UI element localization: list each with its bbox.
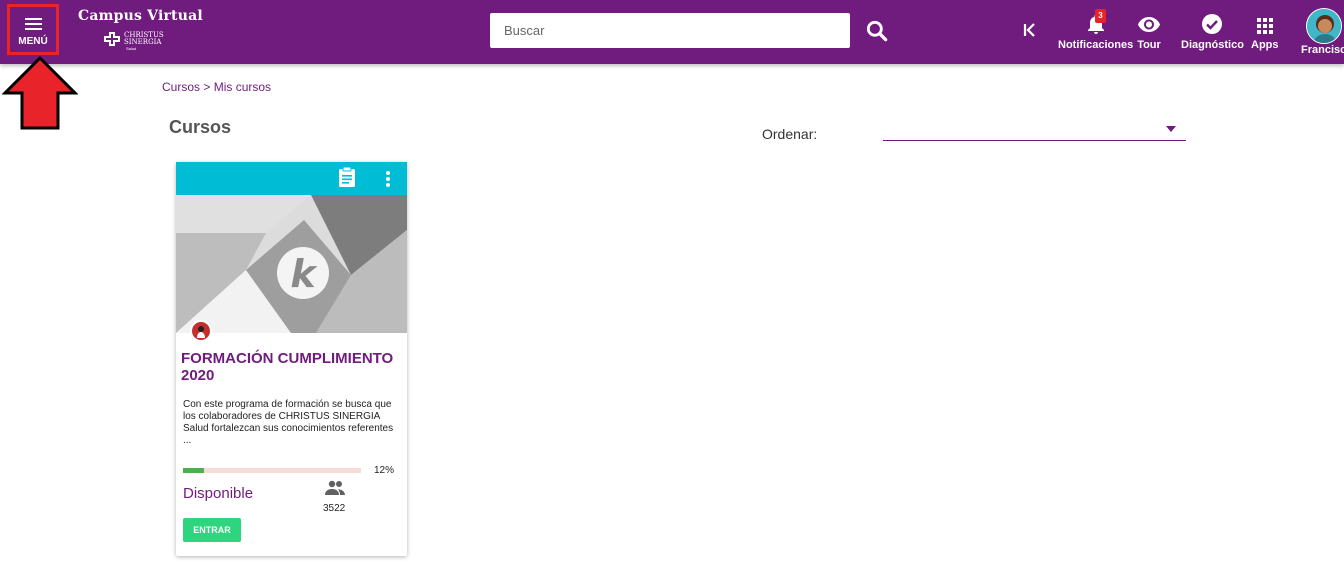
notification-count-badge: 3 — [1095, 9, 1106, 23]
tour-label: Tour — [1137, 39, 1161, 51]
more-vert-icon[interactable] — [381, 168, 395, 190]
svg-text:k: k — [290, 252, 318, 296]
eye-icon — [1138, 17, 1160, 32]
notifications-label: Notificaciones — [1058, 39, 1134, 51]
menu-label: MENÚ — [18, 36, 48, 47]
page-title: Cursos — [169, 117, 232, 137]
apps-grid-icon — [1256, 18, 1273, 34]
tour-button[interactable]: Tour — [1137, 12, 1161, 51]
clipboard-icon[interactable] — [337, 166, 357, 188]
notifications-button[interactable]: 3 Notificaciones — [1058, 9, 1134, 51]
breadcrumb-separator: > — [203, 80, 211, 94]
breadcrumb-mis-cursos[interactable]: Mis cursos — [214, 80, 271, 94]
christus-logo: CHRISTUS SINERGIA Salud — [104, 30, 174, 52]
instructor-avatar — [190, 320, 212, 342]
diagnostic-button[interactable]: Diagnóstico — [1181, 12, 1244, 51]
apps-label: Apps — [1251, 39, 1279, 51]
breadcrumb-cursos[interactable]: Cursos — [162, 80, 200, 94]
up-arrow-annotation-icon — [2, 55, 78, 130]
app-title: Campus Virtual — [78, 8, 203, 24]
card-header — [176, 162, 407, 195]
top-bar: MENÚ Campus Virtual CHRISTUS SINERGIA Sa… — [0, 0, 1344, 64]
hamburger-icon — [25, 18, 42, 33]
course-cover-image: k — [176, 195, 407, 333]
breadcrumb: Cursos > Mis cursos — [162, 80, 271, 94]
sort-select[interactable] — [883, 118, 1186, 141]
cross-icon — [104, 32, 120, 46]
course-status: Disponible — [183, 485, 254, 502]
course-card[interactable]: k FORMACIÓN CUMPLIMIENTO 2020 Con este p… — [176, 162, 407, 556]
people-icon — [325, 480, 345, 495]
user-avatar[interactable] — [1306, 8, 1342, 44]
brand[interactable]: Campus Virtual CHRISTUS SINERGIA Salud — [78, 8, 203, 51]
collapse-left-icon[interactable] — [1019, 19, 1041, 41]
course-title[interactable]: FORMACIÓN CUMPLIMIENTO 2020 — [181, 350, 403, 384]
course-description: Con este programa de formación se busca … — [183, 399, 394, 446]
logo-text-2: SINERGIA — [124, 38, 162, 46]
apps-button[interactable]: Apps — [1251, 17, 1279, 51]
user-avatar-image — [1307, 9, 1341, 43]
search-icon[interactable] — [864, 18, 890, 44]
enter-button[interactable]: ENTRAR — [183, 518, 241, 542]
progress-fill — [183, 468, 205, 473]
menu-button[interactable]: MENÚ — [7, 4, 59, 55]
search-input[interactable] — [490, 13, 850, 48]
diagnostic-label: Diagnóstico — [1181, 39, 1244, 51]
course-progress-bar — [183, 468, 361, 473]
progress-value: 12% — [374, 465, 395, 476]
logo-text-3: Salud — [126, 46, 137, 51]
participants-count: 3522 — [323, 503, 346, 514]
caret-down-icon — [1166, 126, 1176, 132]
check-circle-icon — [1202, 14, 1223, 34]
user-name[interactable]: Francisco — [1301, 44, 1344, 56]
sort-label: Ordenar: — [762, 126, 818, 142]
